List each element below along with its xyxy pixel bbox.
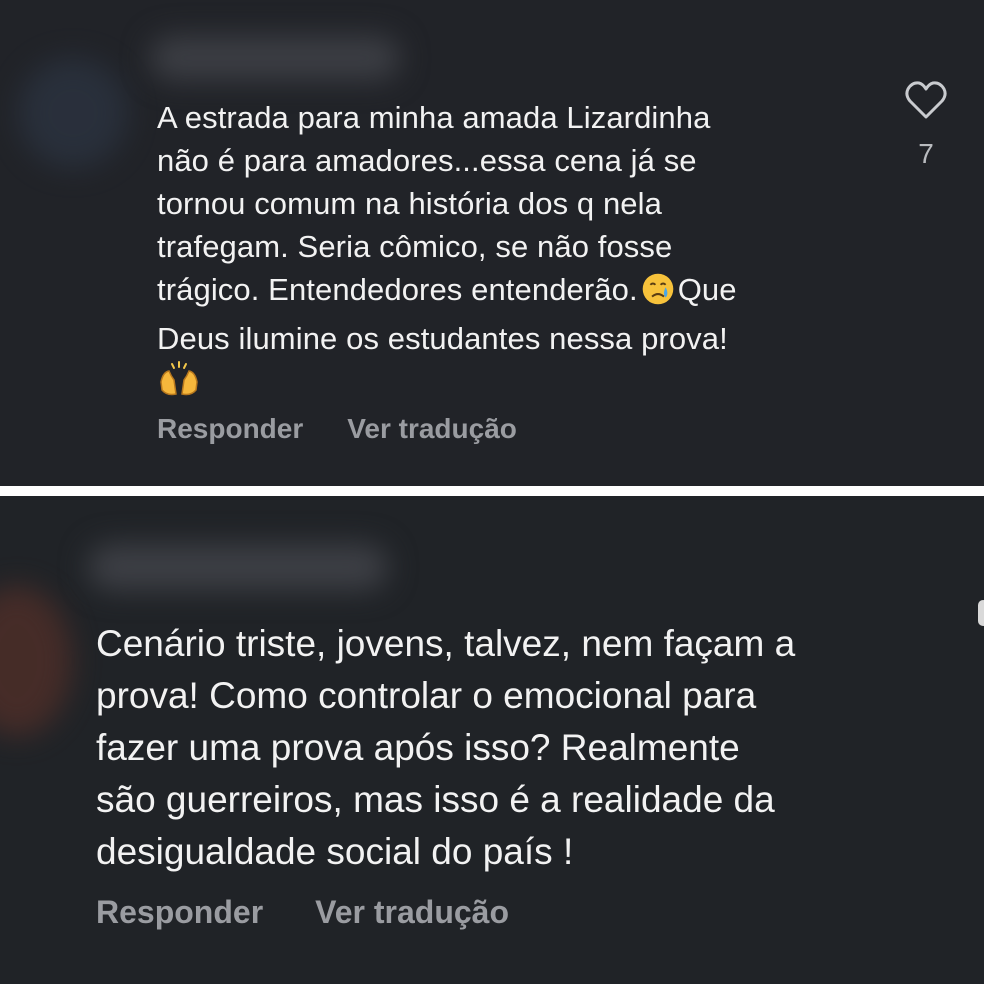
comment-text: A estrada para minha amada Lizardinha nã… (157, 96, 877, 411)
like-count: 7 (918, 138, 934, 169)
username-blurred[interactable] (88, 544, 388, 590)
heart-icon-partial[interactable] (978, 600, 984, 626)
reply-button[interactable]: Responder (96, 894, 263, 931)
comment-card-1: A estrada para minha amada Lizardinha nã… (0, 0, 984, 486)
raising-hands-icon (157, 360, 201, 411)
comment-text: Cenário triste, jovens, talvez, nem faça… (96, 623, 796, 872)
reply-button[interactable]: Responder (157, 413, 303, 445)
heart-icon[interactable] (904, 80, 948, 120)
crying-face-icon (638, 272, 678, 317)
comment-actions: Responder Ver tradução (157, 413, 517, 445)
comment-text-part-1: A estrada para minha amada Lizardinha nã… (157, 100, 711, 307)
username-blurred[interactable] (150, 36, 400, 80)
see-translation-button[interactable]: Ver tradução (315, 894, 509, 931)
comment-card-2: Cenário triste, jovens, talvez, nem faça… (0, 496, 984, 984)
avatar-blurred[interactable] (0, 586, 72, 736)
avatar-blurred[interactable] (18, 58, 128, 168)
comment-actions: Responder Ver tradução (96, 894, 509, 931)
see-translation-button[interactable]: Ver tradução (347, 413, 517, 445)
